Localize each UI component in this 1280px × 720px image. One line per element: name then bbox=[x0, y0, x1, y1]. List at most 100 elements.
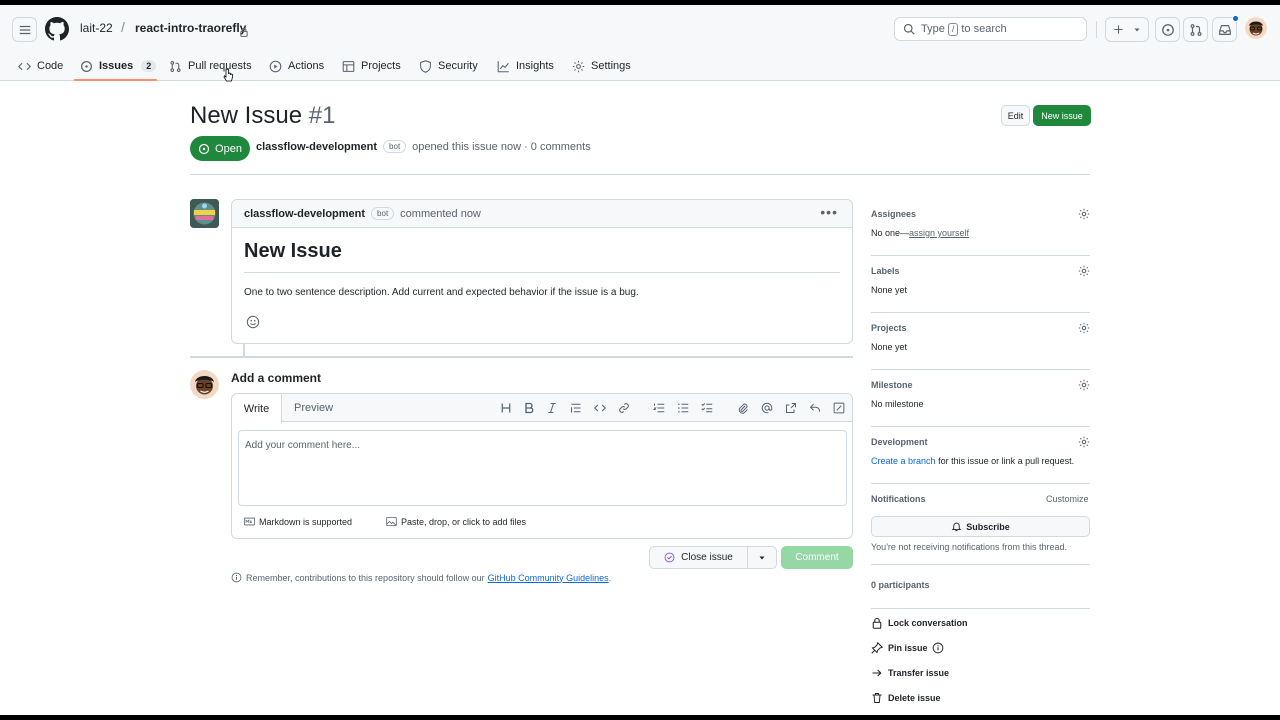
new-issue-button[interactable]: New issue bbox=[1033, 105, 1091, 126]
info-icon bbox=[231, 572, 242, 583]
customize-link[interactable]: Customize bbox=[1046, 494, 1089, 504]
divider bbox=[190, 174, 1090, 175]
edit-button[interactable]: Edit bbox=[1001, 105, 1030, 126]
search-placeholder-pre: Type bbox=[921, 23, 945, 35]
code-button[interactable] bbox=[594, 402, 606, 414]
create-new-button[interactable] bbox=[1105, 17, 1149, 42]
italic-button[interactable] bbox=[546, 402, 558, 414]
tab-issues[interactable]: Issues 2 bbox=[80, 52, 157, 80]
search-placeholder-post: to search bbox=[961, 23, 1007, 35]
delete-label: Delete issue bbox=[888, 693, 941, 703]
tab-actions[interactable]: Actions bbox=[269, 52, 324, 80]
gear-icon[interactable] bbox=[1078, 322, 1090, 334]
transfer-issue-action[interactable]: Transfer issue bbox=[871, 667, 949, 679]
gear-icon[interactable] bbox=[1078, 379, 1090, 391]
pin-icon bbox=[871, 642, 883, 654]
create-branch-link[interactable]: Create a branch bbox=[871, 456, 936, 466]
notification-dot bbox=[1232, 15, 1239, 22]
lock-conversation-action[interactable]: Lock conversation bbox=[871, 617, 968, 629]
tab-pull-requests[interactable]: Pull requests bbox=[169, 52, 252, 80]
task-list-button[interactable] bbox=[701, 402, 713, 414]
lock-icon bbox=[240, 27, 248, 37]
heading-rule bbox=[244, 272, 840, 273]
info-icon[interactable] bbox=[932, 642, 944, 654]
tab-write[interactable]: Write bbox=[232, 394, 282, 423]
community-guidelines-link[interactable]: GitHub Community Guidelines bbox=[488, 573, 609, 583]
assign-yourself-link[interactable]: assign yourself bbox=[909, 228, 969, 238]
close-issue-button[interactable]: Close issue bbox=[649, 546, 748, 569]
issue-title: New Issue #1 bbox=[190, 102, 335, 130]
comment-body: One to two sentence description. Add cur… bbox=[244, 287, 639, 298]
kebab-menu-icon[interactable]: ••• bbox=[820, 205, 838, 219]
tab-settings[interactable]: Settings bbox=[572, 52, 631, 80]
editor-tabs: Write Preview bbox=[232, 394, 852, 423]
heading-button[interactable] bbox=[500, 402, 512, 414]
comment-button[interactable]: Comment bbox=[781, 546, 853, 569]
close-options-button[interactable] bbox=[747, 546, 777, 569]
user-avatar[interactable] bbox=[1245, 17, 1267, 39]
tab-preview[interactable]: Preview bbox=[294, 402, 333, 414]
guidelines-text: Remember, contributions to this reposito… bbox=[246, 572, 485, 583]
subscribe-button[interactable]: Subscribe bbox=[871, 516, 1090, 537]
milestone-value: No milestone bbox=[871, 399, 924, 409]
issue-meta-text: opened this issue now · 0 comments bbox=[412, 140, 591, 153]
gear-icon[interactable] bbox=[1078, 436, 1090, 448]
header-divider bbox=[1096, 21, 1097, 38]
pull-requests-button[interactable] bbox=[1183, 17, 1208, 42]
image-icon bbox=[386, 516, 397, 527]
tab-code[interactable]: Code bbox=[18, 52, 63, 80]
tab-security[interactable]: Security bbox=[419, 52, 478, 80]
issue-meta: classflow-development bot opened this is… bbox=[256, 140, 591, 153]
attach-label: Paste, drop, or click to add files bbox=[401, 516, 527, 527]
pin-issue-action[interactable]: Pin issue bbox=[871, 642, 949, 654]
menu-button[interactable] bbox=[12, 17, 37, 42]
link-button[interactable] bbox=[618, 402, 630, 414]
tab-label: Projects bbox=[361, 60, 401, 72]
projects-heading: Projects bbox=[871, 323, 907, 333]
tab-label: Security bbox=[438, 60, 478, 72]
smiley-icon[interactable] bbox=[246, 315, 260, 329]
caret-down-icon bbox=[1134, 28, 1140, 32]
participants-heading: 0 participants bbox=[871, 580, 930, 590]
mouse-cursor-icon bbox=[223, 68, 233, 82]
breadcrumb-repo[interactable]: react-intro-traorefly bbox=[135, 21, 246, 35]
issue-author-link[interactable]: classflow-development bbox=[256, 141, 377, 153]
issues-button[interactable] bbox=[1155, 17, 1180, 42]
tab-label: Actions bbox=[288, 60, 325, 72]
search-input[interactable]: Type / to search bbox=[894, 17, 1087, 41]
bot-avatar[interactable] bbox=[190, 199, 219, 228]
mention-button[interactable] bbox=[761, 402, 773, 414]
tab-insights[interactable]: Insights bbox=[497, 52, 554, 80]
divider bbox=[871, 369, 1090, 370]
markdown-hint[interactable]: Markdown is supported bbox=[244, 516, 352, 527]
notifications-heading: Notifications bbox=[871, 494, 926, 504]
reply-icon bbox=[809, 403, 820, 412]
gear-icon[interactable] bbox=[1078, 208, 1090, 220]
comment-textarea[interactable]: Add your comment here... bbox=[238, 430, 847, 506]
quote-button[interactable] bbox=[570, 402, 582, 414]
saved-reply-button[interactable] bbox=[809, 402, 821, 414]
issue-opened-icon bbox=[1161, 23, 1174, 36]
add-comment-title: Add a comment bbox=[231, 371, 322, 385]
attach-button[interactable] bbox=[737, 402, 749, 414]
attach-files-hint[interactable]: Paste, drop, or click to add files bbox=[386, 516, 526, 527]
delete-issue-action[interactable]: Delete issue bbox=[871, 692, 941, 704]
gear-icon[interactable] bbox=[1078, 265, 1090, 277]
comment-author-link[interactable]: classflow-development bbox=[244, 208, 365, 220]
development-text: for this issue or link a pull request. bbox=[938, 456, 1075, 466]
fullscreen-button[interactable] bbox=[833, 402, 845, 414]
caret-down-icon bbox=[759, 556, 765, 559]
reference-button[interactable] bbox=[785, 402, 797, 414]
inbox-button[interactable] bbox=[1212, 15, 1239, 42]
tab-projects[interactable]: Projects bbox=[342, 52, 401, 80]
github-logo-icon[interactable] bbox=[45, 17, 69, 41]
bold-button[interactable] bbox=[523, 402, 535, 414]
trash-icon bbox=[872, 693, 882, 703]
gear-icon bbox=[572, 60, 585, 72]
unordered-list-button[interactable] bbox=[677, 402, 689, 414]
table-icon bbox=[342, 60, 355, 72]
breadcrumb-owner[interactable]: lait-22 bbox=[80, 21, 113, 35]
markdown-icon bbox=[244, 517, 255, 526]
comment-time: commented now bbox=[400, 207, 481, 220]
ordered-list-button[interactable] bbox=[653, 402, 665, 414]
